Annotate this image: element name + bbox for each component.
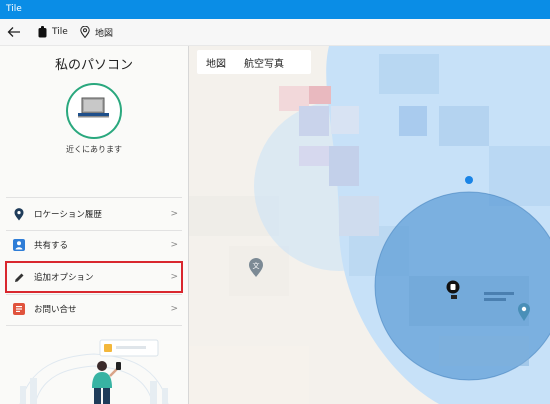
chevron-right-icon: > (170, 304, 178, 314)
pencil-icon (12, 270, 26, 284)
menu-item-label: 追加オプション (34, 273, 94, 283)
device-avatar[interactable] (66, 83, 122, 139)
person-icon (12, 238, 26, 252)
device-status: 近くにあります (66, 145, 122, 154)
menu-item-label: お問い合せ (34, 305, 77, 315)
laptop-icon (78, 97, 109, 118)
back-arrow-icon[interactable] (6, 24, 22, 40)
menu-item-label: 共有する (34, 241, 69, 251)
title-bar: Tile (0, 0, 550, 19)
sidebar: 私のパソコン 近くにあります ロケーション履歴 > 共有する > 追加オプション… (0, 46, 189, 404)
map-tab-bar: 地図 航空写真 (197, 50, 311, 74)
divider (6, 197, 182, 198)
map-canvas[interactable]: 文 (189, 46, 550, 404)
location-pin-icon (12, 207, 26, 221)
menu-item-contact[interactable]: お問い合せ > (6, 294, 182, 324)
map-view[interactable]: 文 地図 航空写真 (189, 46, 550, 404)
person-illustration (19, 339, 169, 404)
menu-item-share[interactable]: 共有する > (6, 230, 182, 260)
tab-map[interactable]: 地図 (197, 55, 235, 70)
menu-item-label: ロケーション履歴 (34, 210, 102, 220)
help-chat-icon (12, 302, 26, 316)
device-name: 私のパソコン (54, 58, 133, 73)
tile-device-icon (38, 26, 47, 38)
menu-item-additional-options[interactable]: 追加オプション > (5, 261, 183, 293)
chevron-right-icon: > (170, 240, 178, 250)
breadcrumb-tile[interactable]: Tile (38, 19, 68, 45)
breadcrumb-map[interactable]: 地図 (80, 19, 113, 45)
menu-item-location-history[interactable]: ロケーション履歴 > (6, 199, 182, 229)
breadcrumb-tile-label: Tile (52, 27, 68, 37)
breadcrumb-map-label: 地図 (95, 28, 114, 39)
svg-text:文: 文 (253, 261, 260, 270)
nav-bar: Tile 地図 (0, 19, 550, 46)
app-title: Tile (6, 4, 22, 14)
chevron-right-icon: > (170, 272, 178, 282)
map-pin-icon (80, 26, 90, 38)
tab-aerial-photo[interactable]: 航空写真 (235, 55, 293, 70)
chevron-right-icon: > (170, 209, 178, 219)
